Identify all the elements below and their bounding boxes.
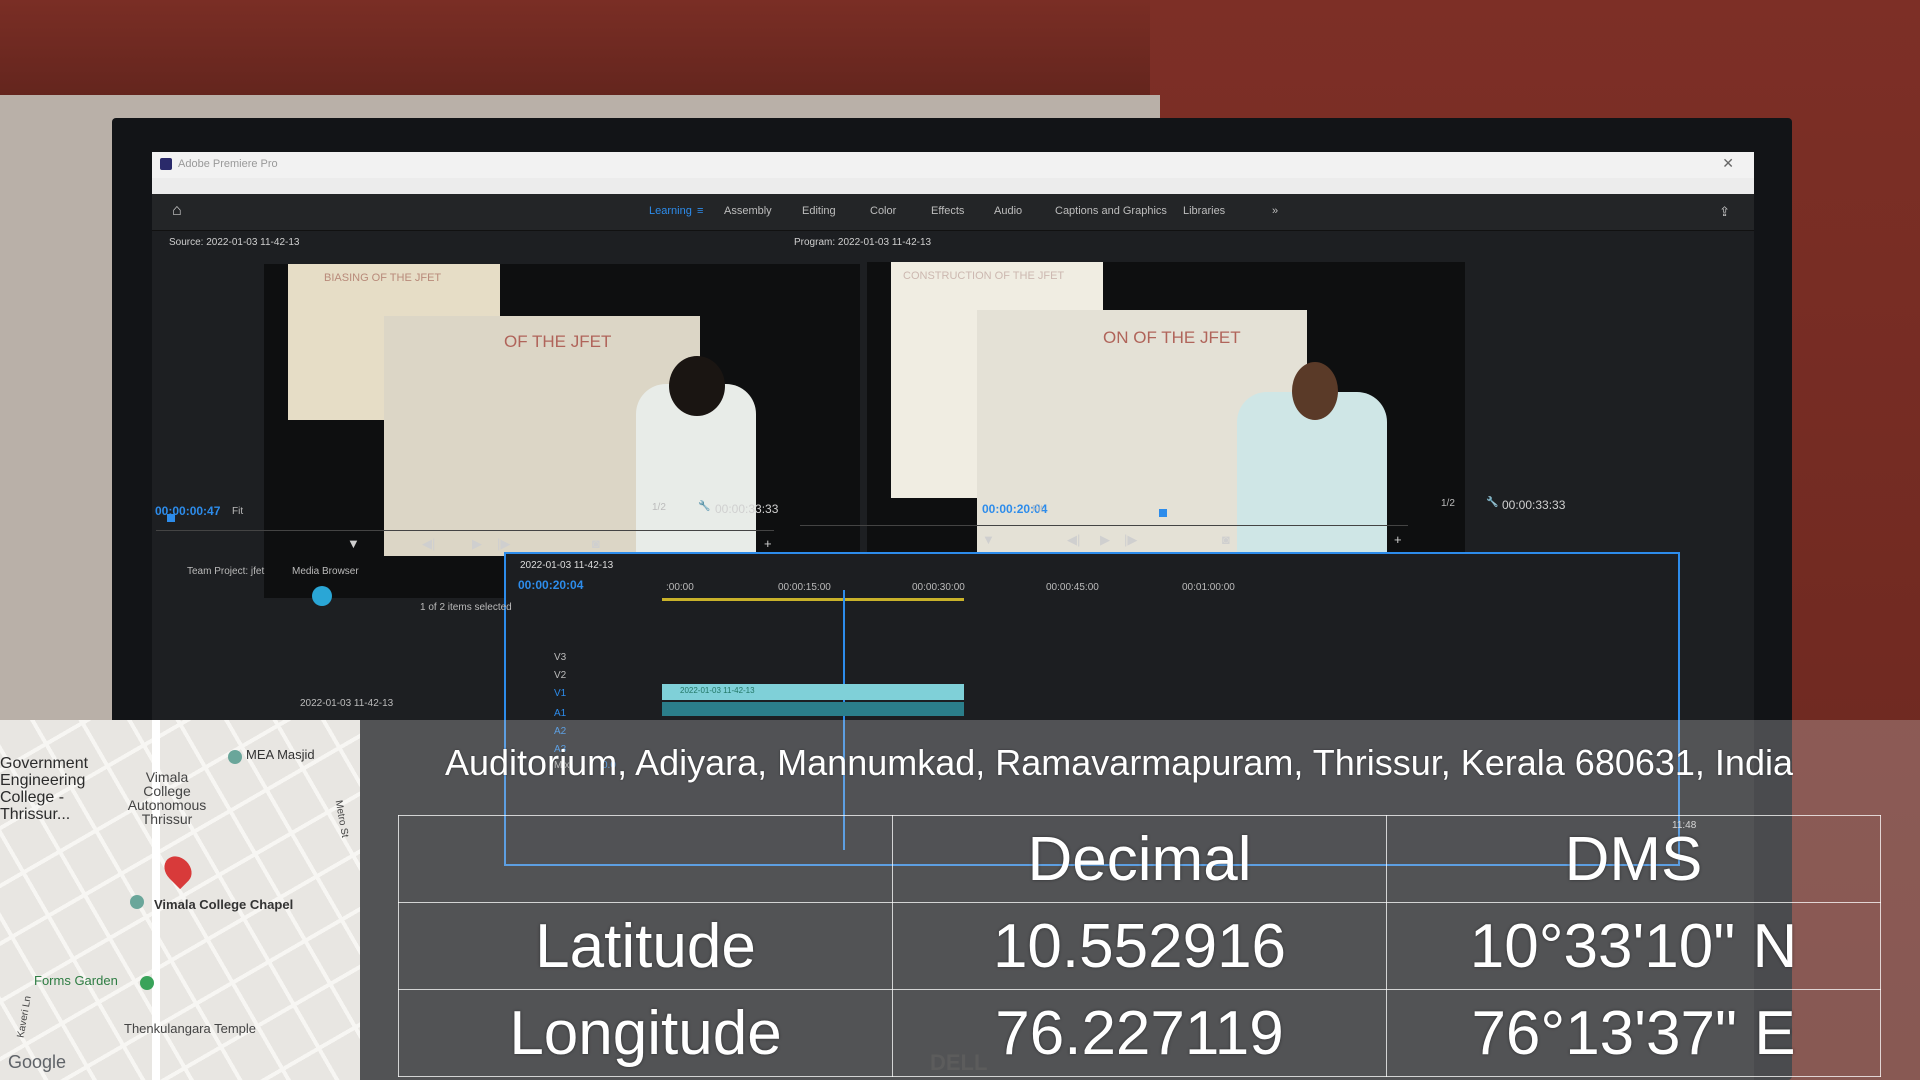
program-scrubber[interactable] [800,517,1408,526]
map-thumbnail[interactable]: Government Engineering College - Thrissu… [0,720,360,1080]
source-step-back-icon[interactable]: ◀| [422,536,435,552]
longitude-label: Longitude [398,989,893,1077]
video-clip[interactable]: 2022-01-03 11-42-13 [662,684,964,700]
map-place-forms-garden[interactable]: Forms Garden [34,974,118,988]
source-marker-icon[interactable]: ▼ [347,536,360,551]
program-add-icon[interactable]: + [1394,532,1402,547]
latitude-dms: 10°33'10" N [1386,902,1881,990]
ruler-tick-4: 00:01:00:00 [1182,582,1235,593]
program-play-icon[interactable]: ▶ [1100,532,1110,548]
map-place-thenkulangara[interactable]: Thenkulangara Temple [124,1022,256,1036]
source-duration: 00:00:33:33 [715,502,779,516]
workspace-overflow-icon[interactable]: » [1272,205,1278,217]
program-fit-select[interactable]: Fit [1032,504,1043,515]
source-slide-title: BIASING OF THE JFET [324,272,442,284]
coordinates-table: Decimal DMS Latitude 10.552916 10°33'10"… [398,815,1881,1077]
google-logo: Google [8,1052,67,1072]
source-resolution-select[interactable]: 1/2 [652,502,666,513]
ruler-tick-1: 00:00:15:00 [778,582,831,593]
track-v2[interactable]: V2 [554,670,566,681]
ruler-tick-0: :00:00 [666,582,694,593]
mosque-pin-icon[interactable] [228,750,242,764]
workspace-tab-libraries[interactable]: Libraries [1183,205,1225,217]
program-resolution-select[interactable]: 1/2 [1441,498,1455,509]
workspace-tab-effects[interactable]: Effects [931,205,964,217]
source-panel-title[interactable]: Source: 2022-01-03 11-42-13 [169,237,299,248]
source-play-icon[interactable]: ▶ [472,536,482,552]
source-timecode[interactable]: 00:00:00:47 [155,504,220,518]
workspace-bar: ⌂ Learning ≡ Assembly Editing Color Effe… [152,194,1754,231]
project-clip-name[interactable]: 2022-01-03 11-42-13 [300,698,393,709]
video-clip-label: 2022-01-03 11-42-13 [680,686,755,695]
app-title: Adobe Premiere Pro [178,158,278,170]
team-project-tab[interactable]: Team Project: jfet [187,566,264,577]
program-panel-title[interactable]: Program: 2022-01-03 11-42-13 [794,237,931,248]
menu-bar [152,178,1754,194]
program-step-forward-icon[interactable]: |▶ [1124,532,1137,548]
longitude-dms: 76°13'37" E [1386,989,1881,1077]
program-marker-icon[interactable]: ▼ [982,532,995,547]
map-place-vimala-college[interactable]: Vimala College Autonomous Thrissur [122,770,212,826]
garden-pin-icon[interactable] [140,976,154,990]
sync-status-icon[interactable] [312,586,332,606]
workspace-tab-audio[interactable]: Audio [994,205,1022,217]
header-decimal: Decimal [892,815,1387,903]
presenter-head [1292,362,1338,420]
workspace-tab-editing[interactable]: Editing [802,205,836,217]
chapel-pin-icon[interactable] [130,895,144,909]
latitude-decimal: 10.552916 [892,902,1387,990]
work-area-bar[interactable] [662,598,964,601]
address-text: Auditorium, Adiyara, Mannumkad, Ramavarm… [445,742,1793,783]
track-v3[interactable]: V3 [554,652,566,663]
longitude-row: Longitude 76.227119 76°13'37" E [398,989,1881,1077]
sequence-tab[interactable]: 2022-01-03 11-42-13 [520,560,613,571]
presenter-head [669,356,725,416]
map-place-gec[interactable]: Government Engineering College - Thrissu… [0,755,110,823]
source-scrubber[interactable] [156,522,774,531]
latitude-row: Latitude 10.552916 10°33'10" N [398,902,1881,990]
program-duration: 00:00:33:33 [1502,498,1566,512]
media-browser-tab[interactable]: Media Browser [292,566,359,577]
timeline-timecode[interactable]: 00:00:20:04 [518,578,583,592]
map-place-mea-masjid[interactable]: MEA Masjid [246,748,315,762]
workspace-menu-icon[interactable]: ≡ [697,205,703,217]
ruler-tick-2: 00:00:30:00 [912,582,965,593]
share-icon[interactable]: ⇪ [1719,204,1730,220]
premiere-logo-icon [160,158,172,170]
audio-clip[interactable] [662,702,964,716]
program-monitor-view: CONSTRUCTION OF THE JFET ON OF THE JFET [867,262,1465,596]
program-playhead[interactable] [1159,509,1167,517]
program-slide-heading: ON OF THE JFET [1103,328,1241,347]
latitude-label: Latitude [398,902,893,990]
home-icon[interactable]: ⌂ [172,202,182,220]
header-dms: DMS [1386,815,1881,903]
source-step-forward-icon[interactable]: |▶ [497,536,510,552]
source-slide-heading: OF THE JFET [504,332,612,351]
track-a1[interactable]: A1 [554,708,566,719]
close-icon[interactable]: ✕ [1722,155,1734,172]
source-add-icon[interactable]: + [764,536,772,551]
source-playhead[interactable] [167,514,175,522]
program-slide-title: CONSTRUCTION OF THE JFET [903,270,1065,282]
selection-info: 1 of 2 items selected [420,602,512,613]
workspace-tab-captions[interactable]: Captions and Graphics [1055,205,1167,217]
track-v1[interactable]: V1 [554,688,566,699]
source-fit-select[interactable]: Fit [232,506,243,517]
map-place-vimala-chapel[interactable]: Vimala College Chapel [154,898,293,912]
source-camera-icon[interactable]: ◙ [592,536,600,551]
header-blank [398,815,893,903]
program-camera-icon[interactable]: ◙ [1222,532,1230,547]
coordinates-header-row: Decimal DMS [398,815,1881,903]
workspace-tab-learning[interactable]: Learning [649,205,692,217]
workspace-tab-assembly[interactable]: Assembly [724,205,772,217]
title-bar: Adobe Premiere Pro ✕ [152,152,1754,178]
workspace-tab-color[interactable]: Color [870,205,896,217]
longitude-decimal: 76.227119 [892,989,1387,1077]
program-wrench-icon[interactable]: 🔧 [1486,497,1498,508]
program-step-back-icon[interactable]: ◀| [1067,532,1080,548]
ruler-tick-3: 00:00:45:00 [1046,582,1099,593]
source-wrench-icon[interactable]: 🔧 [698,501,710,512]
